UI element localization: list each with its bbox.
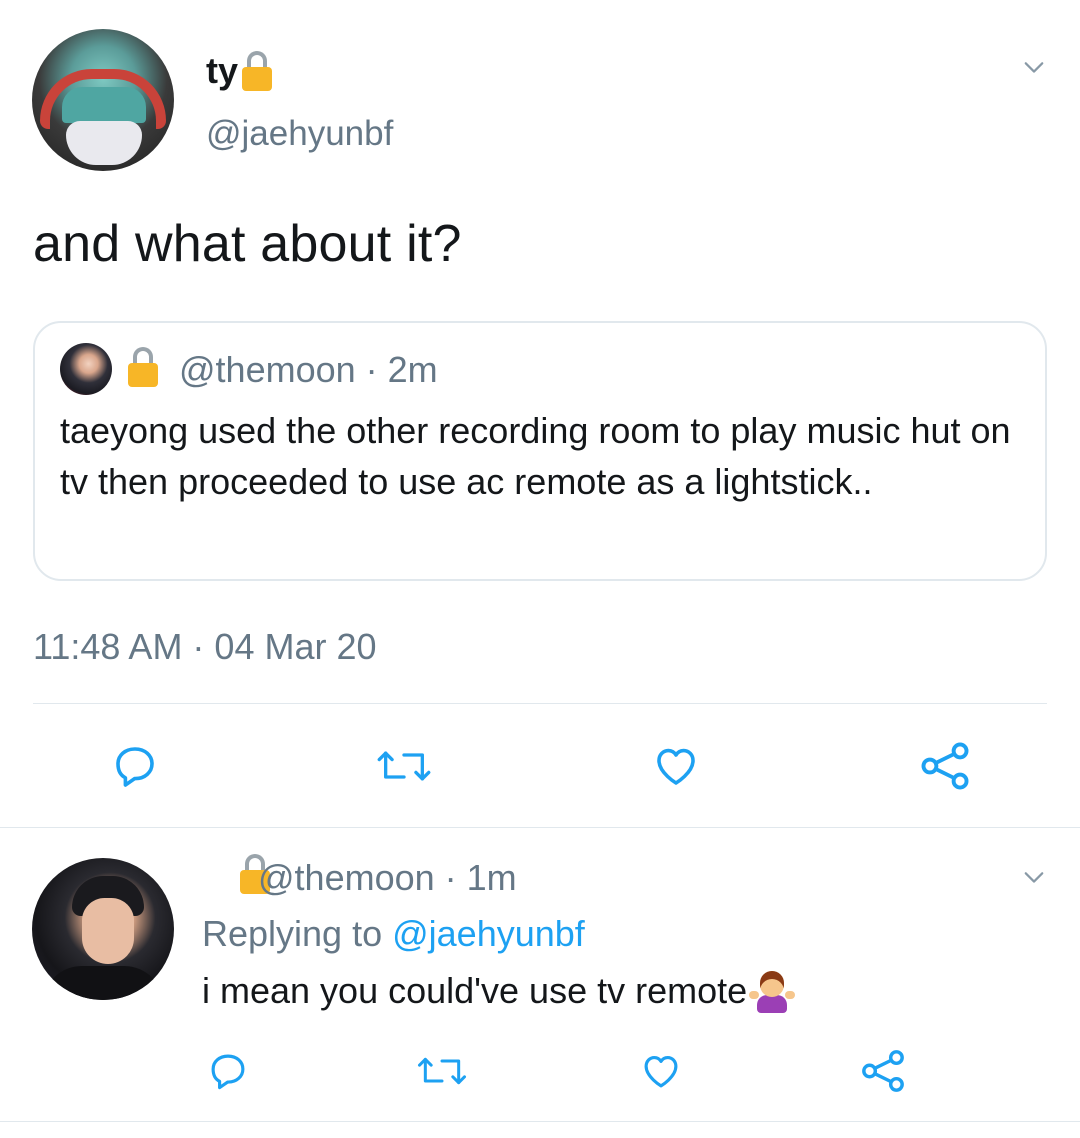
avatar-hair (62, 87, 146, 123)
share-button[interactable] (856, 1046, 910, 1096)
quoted-author-avatar (60, 343, 112, 395)
divider (33, 703, 1047, 704)
avatar-face (82, 898, 134, 964)
shrug-emoji-icon (749, 969, 796, 1013)
like-button[interactable] (636, 1048, 686, 1094)
chevron-down-icon[interactable] (1023, 866, 1045, 888)
replying-to: Replying to @jaehyunbf (202, 913, 585, 955)
quoted-tweet-text: taeyong used the other recording room to… (60, 410, 1011, 502)
like-icon (644, 1055, 678, 1088)
reply-icon (116, 747, 154, 787)
author-handle[interactable]: @jaehyunbf (206, 114, 393, 154)
chevron-down-icon[interactable] (1023, 56, 1045, 78)
avatar-shirt (42, 966, 164, 1000)
replying-mention-link[interactable]: @jaehyunbf (392, 913, 585, 954)
divider (0, 1121, 1080, 1122)
lock-icon (128, 347, 158, 387)
like-icon (657, 748, 695, 785)
reply-text-row: i mean you could've use tv remote (202, 969, 796, 1013)
share-button[interactable] (915, 738, 975, 794)
lock-icon (242, 51, 273, 91)
like-button[interactable] (648, 740, 704, 792)
reply-button[interactable] (107, 740, 163, 792)
retweet-button[interactable] (372, 740, 436, 792)
avatar-mask (66, 121, 142, 165)
retweet-button[interactable] (414, 1048, 470, 1094)
reply-meta[interactable]: @themoon · 1m (258, 857, 517, 899)
tweet-timestamp: 11:48 AM · 04 Mar 20 (33, 626, 377, 667)
retweet-icon (377, 751, 431, 781)
tweet-text: and what about it? (33, 215, 462, 273)
divider (0, 827, 1080, 828)
share-icon (862, 1050, 904, 1092)
reply-button[interactable] (203, 1048, 253, 1094)
reply-text: i mean you could've use tv remote (202, 970, 748, 1011)
reply-icon (211, 1054, 245, 1090)
share-icon (921, 742, 969, 790)
author-avatar[interactable] (32, 29, 174, 171)
author-name-text: ty (206, 50, 239, 91)
reply-author-avatar[interactable] (32, 858, 174, 1000)
retweet-icon (418, 1057, 466, 1085)
quoted-tweet-meta: @themoon · 2m (179, 349, 438, 390)
replying-prefix: Replying to (202, 913, 393, 954)
author-display-name[interactable]: ty (206, 50, 273, 92)
